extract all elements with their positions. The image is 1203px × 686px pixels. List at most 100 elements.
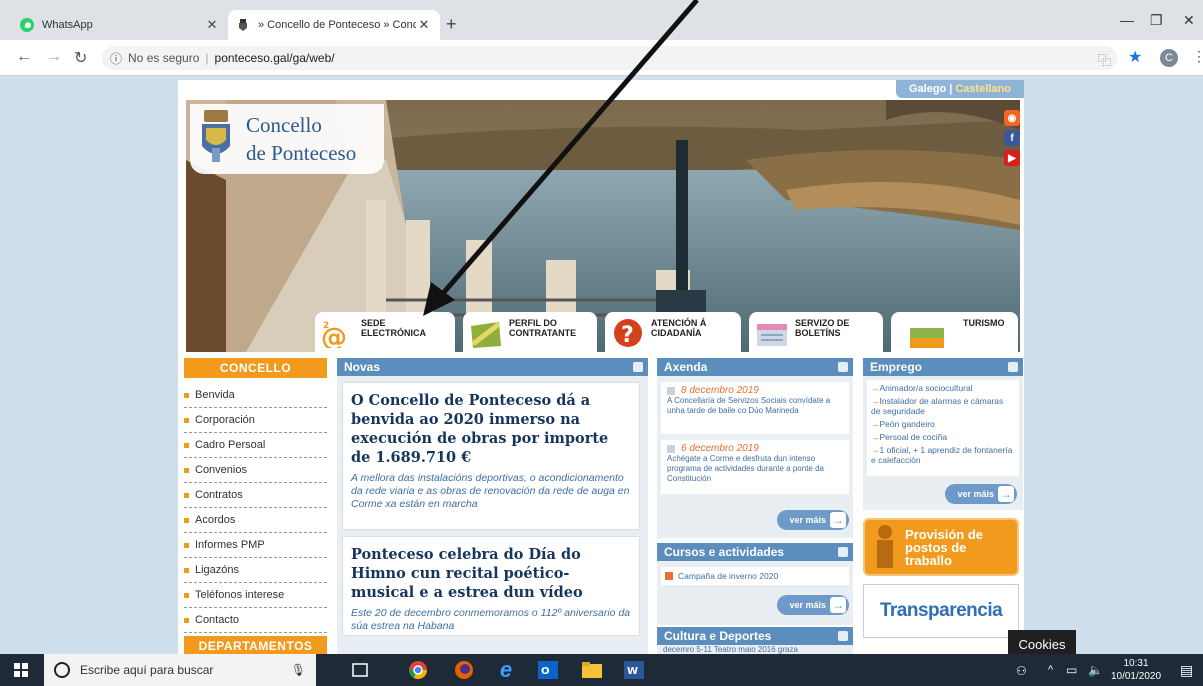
cursos-heading-text: Cursos e actividades	[664, 545, 785, 559]
file-explorer-icon[interactable]	[572, 654, 612, 686]
event-item[interactable]: 8 decembro 2019 A Concellaría de Servizo…	[661, 382, 849, 434]
back-icon[interactable]: ←	[16, 48, 32, 66]
svg-text:W: W	[627, 666, 638, 677]
sidebar-item[interactable]: Acordos	[184, 508, 327, 533]
event-date: 8 decembro 2019	[681, 385, 759, 396]
sidebar-item[interactable]: Teléfonos interese	[184, 583, 327, 608]
forward-icon[interactable]: →	[46, 48, 62, 66]
job-item[interactable]: →1 oficial, + 1 aprendiz de fontanería e…	[871, 445, 1015, 465]
tray-chevron-icon[interactable]: ^	[1048, 664, 1053, 676]
language-bar: Galego | Castellano	[896, 80, 1024, 98]
minimize-icon[interactable]: —	[1120, 12, 1134, 28]
cultura-panel: Cultura e Deportes decemro 5-11 Teatro m…	[657, 627, 853, 654]
cultura-heading: Cultura e Deportes	[657, 627, 853, 645]
outlook-icon[interactable]: O	[528, 654, 568, 686]
job-item[interactable]: →Instalador de alarmas e cámaras de segu…	[871, 396, 1015, 416]
logo-line-1: Concello	[246, 113, 322, 137]
quicklink-line: TURISMO	[963, 318, 1005, 328]
arrow-right-icon: →	[830, 597, 846, 613]
news-item[interactable]: O Concello de Ponteceso dá a benvida ao …	[342, 382, 640, 530]
novas-heading-text: Novas	[344, 360, 381, 374]
people-icon[interactable]: ⚇	[1016, 664, 1027, 678]
menu-dots-icon[interactable]: ⋮	[1192, 48, 1203, 65]
job-item[interactable]: →Animador/a sociocultural	[871, 383, 1015, 393]
job-item[interactable]: →Peón gandeiro	[871, 419, 1015, 429]
restore-icon[interactable]: ❐	[1150, 12, 1163, 29]
bookmark-star-icon[interactable]: ★	[1128, 47, 1142, 67]
novas-heading: Novas	[337, 358, 648, 376]
tab-concello[interactable]: » Concello de Ponteceso » Conce ✕	[228, 10, 440, 40]
panel-toggle-icon[interactable]	[838, 362, 848, 372]
firefox-icon[interactable]	[444, 654, 484, 686]
bullet-icon	[665, 572, 673, 580]
reload-icon[interactable]: ↻	[74, 48, 87, 68]
ver-mais-button[interactable]: ver máis →	[945, 484, 1017, 504]
sidebar-item[interactable]: Ligazóns	[184, 558, 327, 583]
news-item[interactable]: Ponteceso celebra do Día do Himno cun re…	[342, 536, 640, 636]
youtube-icon[interactable]: ▶	[1004, 150, 1020, 166]
close-window-icon[interactable]: ✕	[1183, 12, 1195, 29]
svg-text:?: ?	[621, 323, 634, 348]
chrome-icon[interactable]	[398, 654, 438, 686]
sidebar-item[interactable]: Corporación	[184, 408, 327, 433]
close-tab-icon[interactable]: ✕	[204, 17, 220, 33]
transparencia-label: Transparencia	[879, 600, 1003, 621]
separator: |	[205, 51, 209, 65]
word-icon[interactable]: W	[614, 654, 654, 686]
axenda-panel: Axenda 8 decembro 2019 A Concellaría de …	[657, 358, 853, 538]
quicklink-turismo[interactable]: TURISMO	[891, 312, 1018, 352]
tab-title: » Concello de Ponteceso » Conce	[258, 19, 416, 31]
job-item[interactable]: →Persoal de cociña	[871, 432, 1015, 442]
microphone-icon[interactable]: 🎙	[291, 663, 306, 677]
volume-icon[interactable]: 🔈	[1088, 663, 1103, 677]
site-logo[interactable]: Concello de Ponteceso	[190, 104, 384, 174]
taskbar-search[interactable]: Escribe aquí para buscar 🎙	[44, 654, 316, 686]
ver-mais-button[interactable]: ver máis →	[777, 510, 849, 530]
sidebar-item[interactable]: Cadro Persoal	[184, 433, 327, 458]
sidebar-item[interactable]: Convenios	[184, 458, 327, 483]
windows-start-icon[interactable]	[14, 663, 28, 682]
panel-toggle-icon[interactable]	[633, 362, 643, 372]
coat-of-arms-icon	[236, 18, 250, 32]
cultura-peek[interactable]: decemro 5-11 Teatro maio 2016 graza	[657, 645, 853, 654]
panel-toggle-icon[interactable]	[1008, 362, 1018, 372]
quicklink-servizo-boletins[interactable]: SERVIZO DE BOLETÍNS	[749, 312, 883, 352]
profile-avatar[interactable]: C	[1160, 49, 1178, 67]
panel-toggle-icon[interactable]	[838, 547, 848, 557]
quicklink-line: CIDADANÍA	[651, 328, 702, 338]
provision-banner[interactable]: Provisión de postos de traballo	[863, 518, 1019, 576]
ver-mais-button[interactable]: ver máis →	[777, 595, 849, 615]
network-icon[interactable]: ▭	[1066, 663, 1077, 677]
emprego-panel: Emprego →Animador/a sociocultural →Insta…	[863, 358, 1023, 510]
lang-galego-link[interactable]: Galego	[909, 83, 946, 95]
tab-title: WhatsApp	[42, 19, 93, 31]
panel-toggle-icon[interactable]	[838, 631, 848, 641]
rss-icon[interactable]: ◉	[1004, 110, 1020, 126]
worker-icon	[877, 525, 893, 568]
sidebar-item[interactable]: Informes PMP	[184, 533, 327, 558]
sidebar-item[interactable]: Benvida	[184, 383, 327, 408]
news-title[interactable]: O Concello de Ponteceso dá a benvida ao …	[351, 391, 631, 467]
tab-whatsapp[interactable]: WhatsApp ✕	[12, 10, 228, 40]
folder-pencil-icon	[471, 322, 501, 348]
emprego-heading: Emprego	[863, 358, 1023, 376]
sidebar-item[interactable]: Contacto	[184, 608, 327, 633]
lang-castellano-link[interactable]: Castellano	[955, 83, 1011, 95]
lang-separator: |	[949, 83, 953, 95]
task-view-icon[interactable]	[340, 654, 380, 686]
transparencia-banner[interactable]: Transparencia	[863, 584, 1019, 638]
taskbar-clock[interactable]: 10:31 10/01/2020	[1108, 657, 1164, 683]
arrow-right-icon: →	[998, 486, 1014, 502]
news-title[interactable]: Ponteceso celebra do Día do Himno cun re…	[351, 545, 631, 602]
course-item[interactable]: Campaña de inverno 2020	[661, 567, 849, 585]
info-icon[interactable]: ⓘ	[110, 50, 122, 67]
provision-line: Provisión de	[905, 526, 984, 542]
event-item[interactable]: 6 decembro 2019 Achégate a Corme e desfr…	[661, 440, 849, 494]
translate-icon[interactable]: ⿻	[1098, 50, 1111, 69]
cortana-icon	[54, 662, 70, 678]
edge-icon[interactable]: e	[486, 654, 526, 686]
facebook-icon[interactable]: f	[1004, 130, 1020, 146]
notifications-icon[interactable]: ▤	[1180, 662, 1193, 679]
sidebar-item[interactable]: Contratos	[184, 483, 327, 508]
axenda-heading: Axenda	[657, 358, 853, 376]
